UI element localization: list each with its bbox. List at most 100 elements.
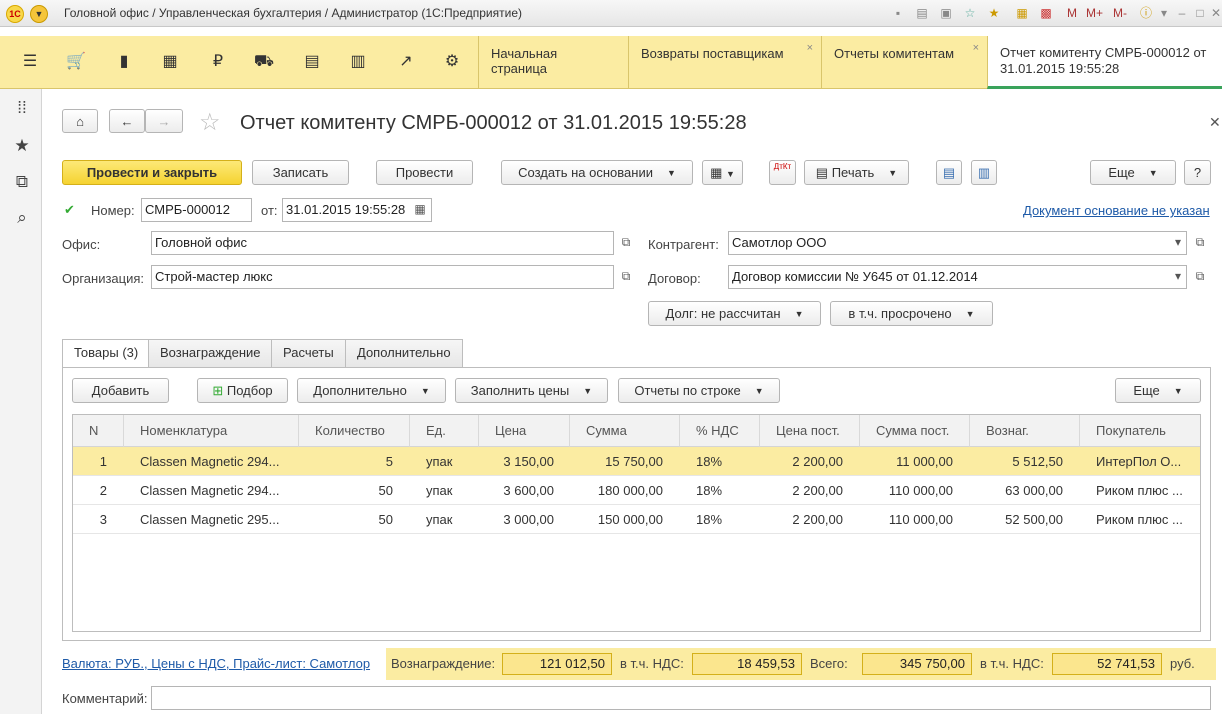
currency-link[interactable]: Валюта: РУБ., Цены с НДС, Прайс-лист: Са… [62,656,370,671]
back-button[interactable]: ← [109,109,145,133]
counterparty-field[interactable]: Самотлор ООО [728,231,1187,255]
dt-kt-button[interactable]: ДтКт [769,160,796,185]
office-field[interactable]: Головной офис [151,231,614,255]
history-icon[interactable]: ⧉ [11,171,33,193]
additional-button[interactable]: Дополнительно ▼ [297,378,446,403]
open-icon[interactable]: ⧉ [615,265,637,289]
col-buyer[interactable]: Покупатель [1080,415,1200,447]
tab-goods[interactable]: Товары (3) [62,339,151,368]
col-qty[interactable]: Количество [299,415,410,447]
search-icon[interactable]: ⌕ [11,207,33,229]
menu-icon[interactable]: ☰ [18,50,42,74]
col-fee[interactable]: Вознаг. [970,415,1080,447]
table-more-button[interactable]: Еще ▼ [1115,378,1201,403]
tab-current-document[interactable]: Отчет комитенту СМРБ-000012 от 31.01.201… [987,36,1222,89]
debt-button[interactable]: Долг: не рассчитан ▼ [648,301,821,326]
forward-button[interactable]: → [145,109,183,133]
more-button[interactable]: Еще ▼ [1090,160,1176,185]
memory-plus-button[interactable]: M+ [1086,5,1103,22]
col-sum[interactable]: Сумма [570,415,680,447]
favorites-star-icon[interactable]: ★ [11,135,33,157]
tab-reward[interactable]: Вознаграждение [148,339,273,367]
sound-icon[interactable]: ▪ [890,5,906,22]
dropdown-icon[interactable]: ▾ [1167,265,1189,289]
table-row[interactable]: 2 Classen Magnetic 294... 50 упак 3 600,… [73,476,1200,505]
overdue-button[interactable]: в т.ч. просрочено ▼ [830,301,993,326]
trend-icon[interactable]: ↗ [394,50,418,74]
post-and-close-button[interactable]: Провести и закрыть [62,160,242,185]
date-label: от: [261,203,278,218]
col-sup-price[interactable]: Цена пост. [760,415,860,447]
star-add-icon[interactable]: ☆ [962,5,978,22]
post-button[interactable]: Провести [376,160,473,185]
truck-icon[interactable]: ⛟ [252,50,276,74]
add-button[interactable]: Добавить [72,378,169,403]
base-document-link[interactable]: Документ основание не указан [1023,203,1210,218]
apps-grid-icon[interactable]: ⁞⁞ [11,97,33,119]
copy-icon[interactable]: ▣ [938,5,954,22]
col-sup-sum[interactable]: Сумма пост. [860,415,970,447]
chevron-down-icon: ▼ [965,309,975,320]
print-button[interactable]: ▤ Печать ▼ [804,160,909,185]
documents-icon[interactable]: ▤ [300,50,324,74]
table-row[interactable]: 1 Classen Magnetic 294... 5 упак 3 150,0… [73,447,1200,476]
structure-button[interactable]: ▦ ▼ [702,160,743,185]
home-button[interactable]: ⌂ [62,109,98,133]
minimize-icon[interactable]: – [1174,5,1190,22]
fill-prices-button[interactable]: Заполнить цены ▼ [455,378,608,403]
open-icon[interactable]: ⧉ [1189,231,1211,255]
calendar-icon[interactable]: ▦ [409,198,431,222]
warehouse-icon[interactable]: ▦ [158,50,182,74]
table-row[interactable]: 3 Classen Magnetic 295... 50 упак 3 000,… [73,505,1200,534]
open-icon[interactable]: ⧉ [615,231,637,255]
tab-additional[interactable]: Дополнительно [345,339,463,367]
dropdown-icon[interactable]: ▾ [1167,231,1189,255]
close-window-icon[interactable]: ✕ [1208,5,1222,22]
posted-check-icon: ✔ [64,202,75,217]
open-icon[interactable]: ⧉ [1189,265,1211,289]
col-price[interactable]: Цена [479,415,570,447]
col-item[interactable]: Номенклатура [124,415,299,447]
gear-icon[interactable]: ⚙ [440,50,464,74]
tab-commission-reports[interactable]: Отчеты комитентам × [821,36,987,89]
pick-button[interactable]: ⊞ Подбор [197,378,288,403]
comment-field[interactable] [151,686,1211,710]
chevron-down-icon: ▼ [420,386,430,397]
close-icon[interactable]: × [973,42,979,54]
favorites-icon[interactable]: ★ [986,5,1002,22]
col-unit[interactable]: Ед. [410,415,479,447]
tab-settlements[interactable]: Расчеты [271,339,346,367]
organization-field[interactable]: Строй-мастер люкс [151,265,614,289]
report-icon[interactable]: ▤ [936,160,962,185]
calculator-icon[interactable]: ▦ [1014,5,1030,22]
maximize-icon[interactable]: □ [1192,5,1208,22]
row-reports-button[interactable]: Отчеты по строке ▼ [618,378,780,403]
contract-field[interactable]: Договор комиссии № У645 от 01.12.2014 [728,265,1187,289]
col-vat[interactable]: % НДС [680,415,760,447]
help-button[interactable]: ? [1184,160,1211,185]
section-panel: ☰ 🛒 ▮ ▦ ₽ ⛟ ▤ ▥ ↗ ⚙ Начальная страница В… [0,36,1222,89]
favorite-star-icon[interactable]: ☆ [199,108,221,137]
tab-home-page[interactable]: Начальная страница [478,36,628,89]
info-icon[interactable]: ⓘ [1138,5,1154,22]
close-icon[interactable]: × [807,42,813,54]
save-button[interactable]: Записать [252,160,349,185]
bag-icon[interactable]: ▮ [112,50,136,74]
info-dropdown-icon[interactable]: ▾ [1156,5,1172,22]
print-icon[interactable]: ▤ [914,5,930,22]
memory-minus-button[interactable]: M- [1112,5,1128,22]
bar-chart-icon[interactable]: ▥ [346,50,370,74]
memory-m-button[interactable]: M [1064,5,1080,22]
cart-icon[interactable]: 🛒 [64,50,88,74]
attachments-icon[interactable]: ▥ [971,160,997,185]
main-menu-button[interactable]: ▼ [30,5,48,23]
window-titlebar: 1С ▼ Головной офис / Управленческая бухг… [0,0,1222,27]
calendar-icon[interactable]: ▩ [1038,5,1054,22]
tab-supplier-returns[interactable]: Возвраты поставщикам × [628,36,821,89]
create-based-on-button[interactable]: Создать на основании ▼ [501,160,693,185]
col-n[interactable]: N [73,415,124,447]
number-field[interactable]: СМРБ-000012 [141,198,252,222]
fee-vat-label: в т.ч. НДС: [620,656,684,671]
ruble-icon[interactable]: ₽ [206,50,230,74]
close-document-icon[interactable]: ✕ [1209,114,1221,131]
